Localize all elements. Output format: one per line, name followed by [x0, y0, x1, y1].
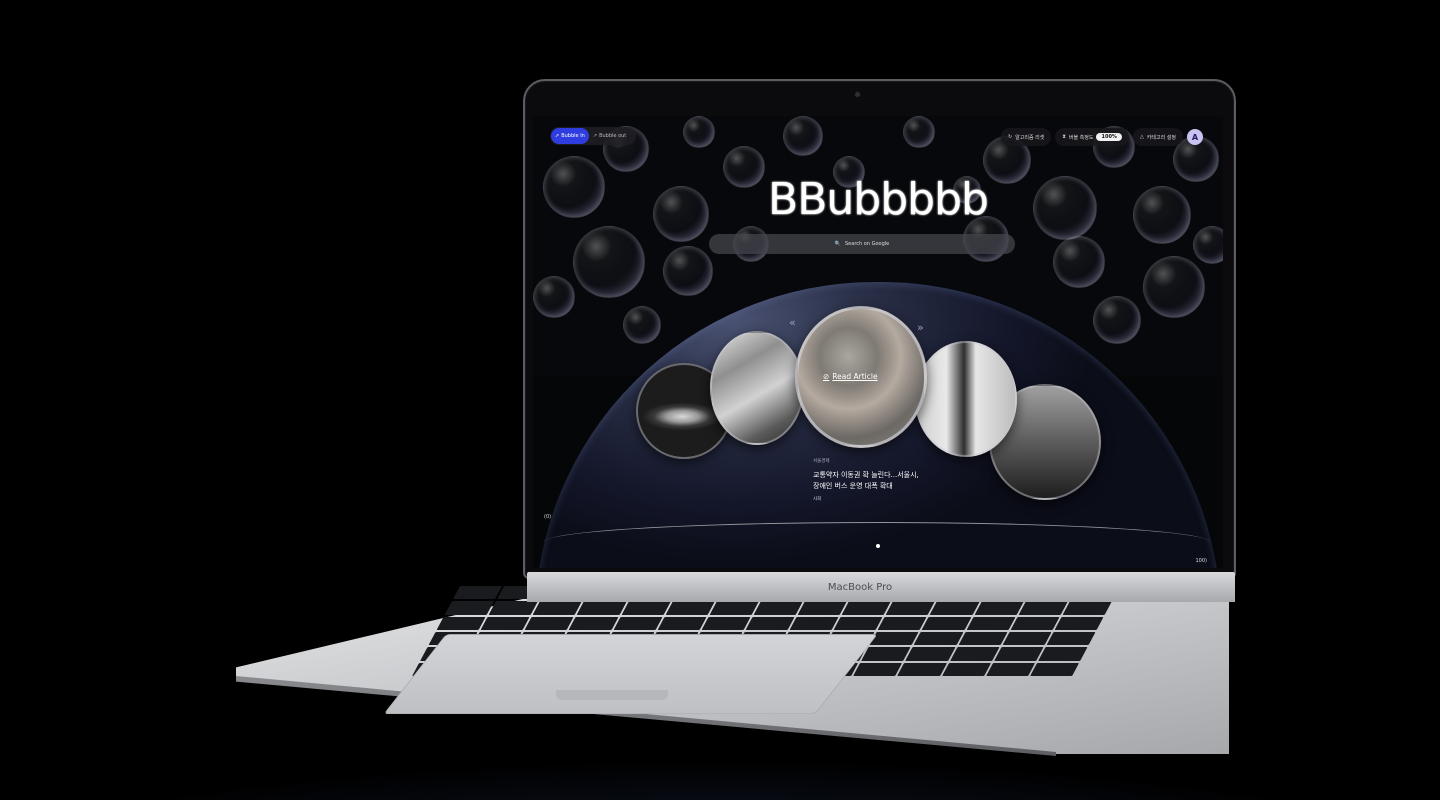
bubble-decoration [533, 276, 575, 318]
keyboard-key [1038, 647, 1088, 661]
bubble-out-button[interactable]: ↗ Bubble out [589, 128, 630, 144]
keyboard-key [958, 631, 1008, 646]
bubble-density-value: 100% [1096, 133, 1122, 141]
search-bar[interactable]: 🔍 Search on Google [709, 234, 1015, 254]
bubble-decoration [903, 116, 935, 148]
keyboard-key [797, 601, 848, 615]
keyboard-key [665, 601, 715, 615]
laptop-screen: ➚ Bubble In ↗ Bubble out ↻ 알고리즘 리셋 ⧗ 버블 … [533, 116, 1223, 568]
keyboard-key [577, 601, 627, 615]
bubble-decoration [1133, 186, 1191, 244]
bubble-mode-toggle: ➚ Bubble In ↗ Bubble out [550, 127, 636, 145]
top-right-nav: ↻ 알고리즘 리셋 ⧗ 버블 측정도 100% △ 카테고리 설정 A [1000, 127, 1203, 147]
bubble-in-button[interactable]: ➚ Bubble In [551, 128, 589, 144]
keyboard-key [1002, 631, 1052, 646]
article-thumb-runner[interactable] [710, 331, 804, 445]
article-section: 사회 [813, 497, 822, 502]
bubble-decoration [1193, 226, 1223, 264]
timeline-start-label: (0) [544, 514, 552, 520]
keyboard-key [994, 647, 1044, 661]
keyboard-key [1030, 662, 1080, 676]
keyboard-key [452, 586, 503, 600]
link-icon: ⊘ [823, 372, 830, 381]
keyboard-key [913, 631, 964, 646]
keyboard-key [985, 662, 1036, 676]
keyboard-key [1054, 616, 1104, 630]
bubble-decoration [1093, 296, 1141, 344]
keyboard-key [569, 616, 619, 630]
share-icon: ↗ [592, 133, 598, 139]
device-brand: MacBook Pro [827, 582, 893, 593]
bubble-decoration [1053, 236, 1105, 288]
keyboard-key [861, 647, 911, 661]
keyboard-key [524, 616, 575, 630]
lid-notch [556, 690, 668, 700]
timeline-end-label: 100) [1195, 558, 1208, 564]
carousel-next-button[interactable]: » [917, 321, 924, 334]
bubble-decoration [573, 226, 645, 298]
webcam [855, 92, 860, 97]
keyboard-key [488, 601, 539, 615]
keyboard-key [1046, 631, 1096, 646]
keyboard-key [1062, 601, 1112, 615]
bubble-decoration [623, 306, 661, 344]
bubble-decoration [783, 116, 823, 156]
article-source: 서울경제 [813, 459, 830, 464]
bubble-density-control[interactable]: ⧗ 버블 측정도 100% [1055, 128, 1129, 146]
keyboard-key [974, 601, 1024, 615]
keyboard-key [701, 616, 751, 630]
keyboard-key [869, 631, 920, 646]
bubble-decoration [683, 116, 715, 148]
keyboard-key [444, 601, 494, 615]
search-placeholder: Search on Google [845, 241, 890, 247]
keyboard-key [789, 616, 839, 630]
keyboard-key [966, 616, 1016, 630]
algorithm-reset-button[interactable]: ↻ 알고리즘 리셋 [1000, 128, 1052, 146]
category-settings-button[interactable]: △ 카테고리 설정 [1132, 128, 1183, 146]
rocket-icon: ➚ [555, 133, 560, 139]
keyboard-key [833, 616, 884, 630]
read-article-link[interactable]: ⊘ Read Article [823, 372, 903, 381]
article-title[interactable]: 교통약자 이동권 확 늘린다...서울시, 장애인 버스 운영 대폭 확대 [813, 470, 1013, 492]
keyboard-key [941, 662, 991, 676]
keyboard-key [745, 616, 795, 630]
keyboard-key [1010, 616, 1060, 630]
keyboard-key [897, 662, 947, 676]
carousel-prev-button[interactable]: « [789, 316, 796, 329]
article-thumb-woman[interactable] [915, 341, 1017, 457]
refresh-icon: ↻ [1007, 134, 1013, 140]
keyboard-key [922, 616, 972, 630]
keyboard-key [949, 647, 1000, 661]
keyboard-key [930, 601, 980, 615]
bubble-decoration [543, 156, 605, 218]
search-icon: 🔍 [834, 241, 841, 247]
timeline-handle[interactable] [876, 544, 880, 548]
article-info: 서울경제 교통약자 이동권 확 늘린다...서울시, 장애인 버스 운영 대폭 … [813, 458, 1013, 502]
shapes-icon: △ [1139, 134, 1144, 140]
keyboard-key [853, 662, 903, 676]
keyboard-key [621, 601, 671, 615]
keyboard-key [905, 647, 955, 661]
bubble-decoration [1143, 256, 1205, 318]
keyboard-key [533, 601, 583, 615]
app-logo: BBubbbbb [768, 174, 989, 225]
keyboard-key [709, 601, 759, 615]
keyboard-key [841, 601, 892, 615]
user-avatar[interactable]: A [1187, 129, 1203, 145]
keyboard-key [753, 601, 803, 615]
keyboard-key [613, 616, 663, 630]
keyboard-key [1018, 601, 1068, 615]
trackpad [383, 634, 878, 714]
keyboard-key [877, 616, 928, 630]
keyboard-key [480, 616, 530, 630]
hourglass-icon: ⧗ [1062, 134, 1066, 140]
keyboard-key [657, 616, 707, 630]
bubble-decoration [653, 186, 709, 242]
bubble-decoration [1033, 176, 1097, 240]
keyboard-key [886, 601, 936, 615]
bubble-decoration [663, 246, 713, 296]
keyboard-key [436, 616, 486, 630]
